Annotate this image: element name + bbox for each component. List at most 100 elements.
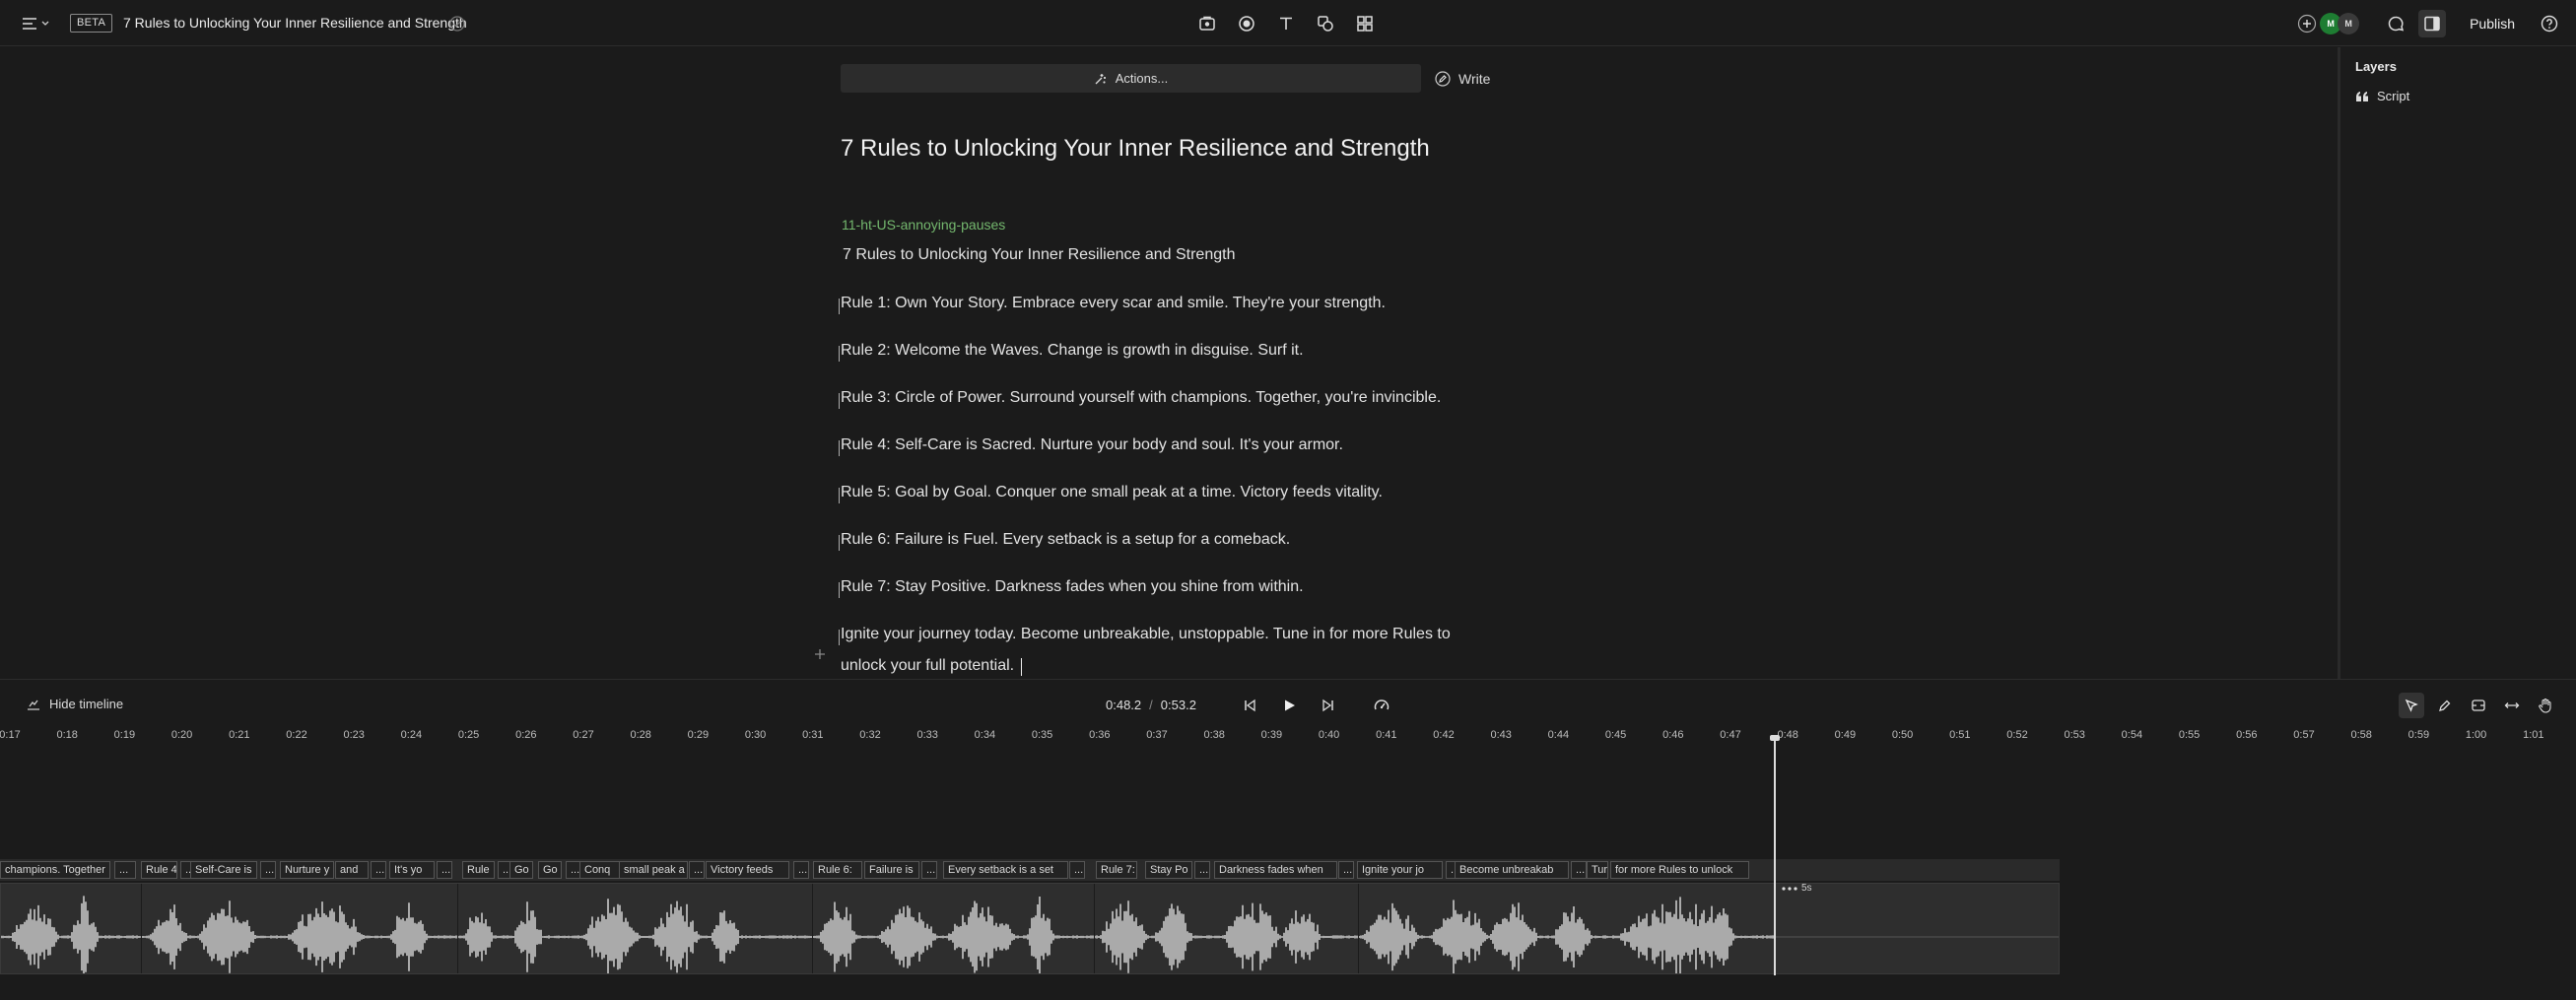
ruler-tick: 0:40 <box>1318 729 1340 741</box>
word-chip[interactable]: Every setback is a set <box>943 861 1068 879</box>
clip-divider[interactable] <box>457 884 458 973</box>
playback-speed-button[interactable] <box>1372 696 1391 715</box>
word-chip[interactable]: ... <box>689 861 705 879</box>
word-chip[interactable]: Conq <box>579 861 623 879</box>
word-chip[interactable]: ... <box>114 861 136 879</box>
script-editor[interactable]: Actions... Write 7 Rules to Unlocking Yo… <box>0 47 2336 679</box>
publish-button[interactable]: Publish <box>2456 16 2529 32</box>
word-chip[interactable]: Tur <box>1587 861 1608 879</box>
ruler-tick: 0:48 <box>1777 729 1798 741</box>
skip-back-button[interactable] <box>1240 696 1259 715</box>
actions-button[interactable]: Actions... <box>841 64 1421 93</box>
word-chip[interactable]: Ignite your jo <box>1357 861 1443 879</box>
layer-item-script[interactable]: Script <box>2355 89 2409 103</box>
plus-circle-icon <box>2297 14 2317 33</box>
main-menu-button[interactable] <box>22 12 61 35</box>
speaker-label[interactable]: 11-ht-US-annoying-pauses <box>842 217 1005 233</box>
select-tool-button[interactable] <box>2399 693 2424 718</box>
word-chip[interactable]: ... <box>371 861 386 879</box>
help-button[interactable] <box>2539 13 2560 34</box>
comment-icon <box>2387 15 2405 33</box>
word-chip[interactable]: Rule 6: <box>813 861 862 879</box>
word-chip[interactable]: ... <box>1069 861 1085 879</box>
ruler-tick: 0:20 <box>170 729 193 741</box>
header-right-tools: M M Publish <box>2296 10 2560 37</box>
time-readout: 0:48.2 / 0:53.2 <box>1106 698 1196 712</box>
word-chip[interactable]: Failure is <box>864 861 919 879</box>
ruler-tick: 0:50 <box>1891 729 1914 741</box>
ruler-tick: 0:36 <box>1089 729 1111 741</box>
word-chip[interactable]: Nurture y <box>280 861 334 879</box>
word-chip[interactable]: Rule <box>462 861 495 879</box>
grid-layout-button[interactable] <box>1353 12 1377 35</box>
skip-forward-button[interactable] <box>1319 696 1338 715</box>
avatar[interactable]: M <box>2338 13 2360 34</box>
script-paragraph[interactable]: Rule 7: Stay Positive. Darkness fades wh… <box>841 571 1304 603</box>
word-chip[interactable]: ... <box>260 861 276 879</box>
word-chip[interactable]: Stay Po <box>1145 861 1192 879</box>
shapes-button[interactable] <box>1314 12 1337 35</box>
script-paragraph[interactable]: Rule 4: Self-Care is Sacred. Nurture you… <box>841 430 1343 461</box>
script-title[interactable]: 7 Rules to Unlocking Your Inner Resilien… <box>841 134 1430 164</box>
script-paragraph[interactable]: Rule 2: Welcome the Waves. Change is gro… <box>841 335 1304 367</box>
write-button[interactable]: Write <box>1435 65 1490 93</box>
word-chip[interactable]: Become unbreakab <box>1455 861 1569 879</box>
clip-divider[interactable] <box>1094 884 1095 973</box>
script-paragraph[interactable]: Rule 3: Circle of Power. Surround yourse… <box>841 382 1441 414</box>
pan-tool-button[interactable] <box>2533 693 2558 718</box>
word-chip[interactable]: Self-Care is <box>190 861 257 879</box>
word-chip[interactable]: Go <box>509 861 533 879</box>
text-tool-button[interactable] <box>1274 12 1298 35</box>
word-chip[interactable]: ... <box>793 861 809 879</box>
clip-divider[interactable] <box>141 884 142 973</box>
document-title[interactable]: 7 Rules to Unlocking Your Inner Resilien… <box>123 14 467 33</box>
comments-button[interactable] <box>2383 11 2408 36</box>
script-paragraph[interactable]: Rule 5: Goal by Goal. Conquer one small … <box>841 477 1383 508</box>
playhead[interactable] <box>1774 739 1776 975</box>
word-chip[interactable]: Darkness fades when <box>1214 861 1337 879</box>
word-chip[interactable]: Rule 7: <box>1096 861 1137 879</box>
word-chip[interactable]: ... <box>1338 861 1354 879</box>
script-paragraph[interactable]: Rule 1: Own Your Story. Embrace every sc… <box>841 288 1386 319</box>
word-chip[interactable]: Victory feeds <box>706 861 789 879</box>
slip-tool-button[interactable] <box>2466 693 2491 718</box>
word-chip[interactable]: ... <box>437 861 452 879</box>
toggle-sidebar-button[interactable] <box>2418 10 2447 37</box>
word-chip[interactable]: ... <box>1194 861 1210 879</box>
word-chip[interactable]: champions. Together <box>0 861 110 879</box>
play-button[interactable] <box>1279 696 1299 715</box>
waveform-path <box>1 896 1774 973</box>
add-block-button[interactable] <box>814 648 826 660</box>
word-chip[interactable]: ... <box>1571 861 1587 879</box>
skip-forward-icon <box>1322 699 1335 712</box>
clip-divider[interactable] <box>1358 884 1359 973</box>
time-ruler[interactable]: 0:17 0:18 0:19 0:20 0:21 0:22 0:23 0:24 0:25 0:26… <box>0 729 2576 751</box>
script-paragraph[interactable]: unlock your full potential. <box>841 650 1014 682</box>
script-paragraph[interactable]: Rule 6: Failure is Fuel. Every setback i… <box>841 524 1290 556</box>
record-button[interactable] <box>1235 12 1258 35</box>
ruler-tick: 0:30 <box>744 729 767 741</box>
draw-tool-button[interactable] <box>2432 693 2458 718</box>
word-chip[interactable]: small peak a <box>619 861 688 879</box>
word-chip[interactable]: Go <box>538 861 562 879</box>
ruler-tick: 0:32 <box>859 729 881 741</box>
ruler-tick: 0:47 <box>1720 729 1741 741</box>
actions-sparkle-icon <box>1094 72 1108 86</box>
paragraph-marker <box>839 299 840 314</box>
script-paragraph[interactable]: 7 Rules to Unlocking Your Inner Resilien… <box>843 239 1235 271</box>
audio-clip[interactable] <box>0 883 2060 974</box>
gap-indicator[interactable]: 5s <box>1782 883 1812 894</box>
record-media-button[interactable] <box>1195 12 1219 35</box>
word-chip[interactable]: ... <box>921 861 937 879</box>
clip-divider[interactable] <box>812 884 813 973</box>
word-chip[interactable]: and <box>335 861 369 879</box>
gap-label: 5s <box>1801 883 1812 894</box>
word-chip[interactable]: for more Rules to unlock <box>1610 861 1749 879</box>
add-collaborator-button[interactable] <box>2296 13 2318 34</box>
script-paragraph[interactable]: Ignite your journey today. Become unbrea… <box>841 619 1451 650</box>
word-chip[interactable]: It's yo <box>389 861 435 879</box>
hide-timeline-button[interactable]: Hide timeline <box>27 697 123 711</box>
word-chip[interactable]: Rule 4 <box>141 861 177 879</box>
stretch-tool-button[interactable] <box>2499 693 2525 718</box>
ruler-tick: 0:46 <box>1662 729 1684 741</box>
